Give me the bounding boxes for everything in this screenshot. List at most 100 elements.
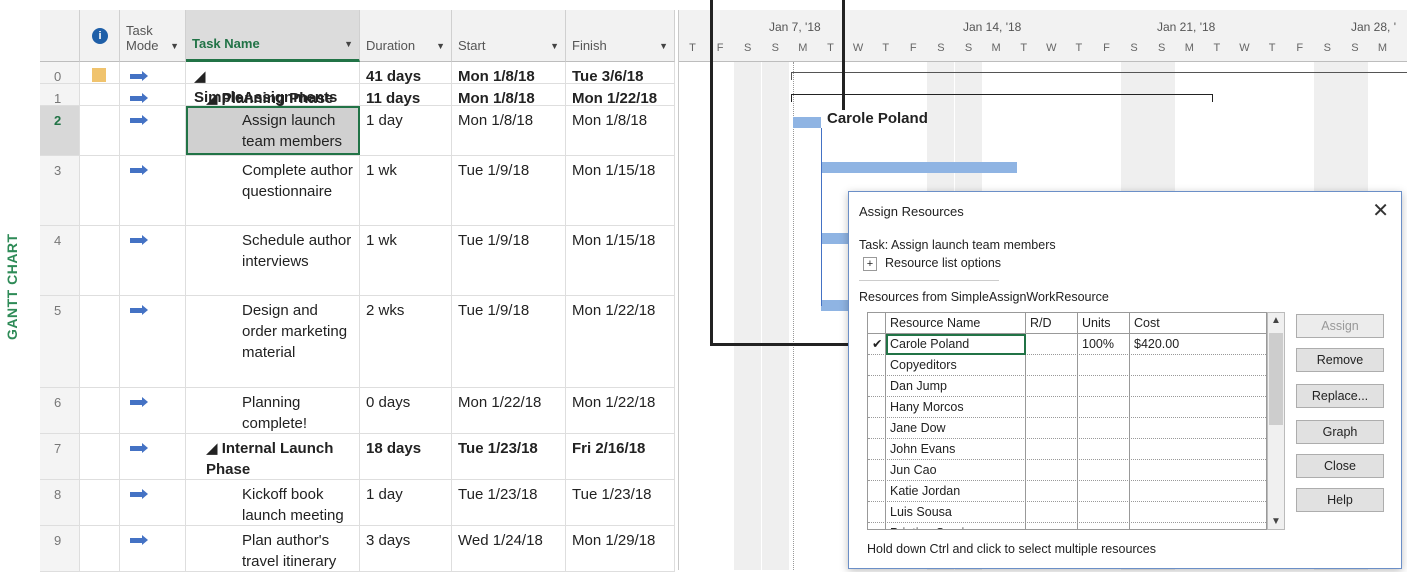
checkmark-icon[interactable] xyxy=(868,418,886,439)
task-mode-header[interactable]: Task Mode ▼ xyxy=(120,10,186,62)
finish-cell[interactable]: Tue 3/6/18 xyxy=(566,62,675,85)
rd-cell[interactable] xyxy=(1026,481,1078,502)
rd-cell[interactable] xyxy=(1026,376,1078,397)
cost-cell[interactable] xyxy=(1130,355,1266,376)
task-row[interactable]: 9 Plan author's travel itinerary 3 days Wed… xyxy=(40,526,675,572)
row-id[interactable]: 5 xyxy=(40,296,80,387)
duration-cell[interactable]: 0 days xyxy=(360,388,452,433)
task-mode-cell[interactable] xyxy=(120,526,186,571)
resource-list-options[interactable]: Resource list options xyxy=(885,256,1001,270)
finish-cell[interactable]: Tue 1/23/18 xyxy=(566,480,675,525)
task-bar-4[interactable] xyxy=(821,233,849,244)
task-mode-cell[interactable] xyxy=(120,296,186,387)
resource-name-cell[interactable]: Jane Dow xyxy=(886,418,1026,439)
task-row[interactable]: 3 Complete author questionnaire 1 wk Tue 1/… xyxy=(40,156,675,226)
cost-cell[interactable]: $420.00 xyxy=(1130,334,1266,355)
start-cell[interactable]: Mon 1/8/18 xyxy=(452,62,566,85)
start-header[interactable]: Start ▼ xyxy=(452,10,566,62)
task-mode-cell[interactable] xyxy=(120,106,186,155)
select-all-header[interactable] xyxy=(40,10,80,62)
start-cell[interactable]: Tue 1/9/18 xyxy=(452,226,566,295)
units-cell[interactable] xyxy=(1078,397,1130,418)
duration-cell[interactable]: 1 wk xyxy=(360,156,452,225)
duration-cell[interactable]: 18 days xyxy=(360,434,452,479)
task-name-cell[interactable]: ◢ Planning Phase xyxy=(186,84,360,107)
checkmark-icon[interactable]: ✔ xyxy=(868,334,886,355)
units-cell[interactable] xyxy=(1078,481,1130,502)
finish-header[interactable]: Finish ▼ xyxy=(566,10,675,62)
units-cell[interactable] xyxy=(1078,439,1130,460)
checkmark-icon[interactable] xyxy=(868,460,886,481)
row-id[interactable]: 2 xyxy=(40,106,80,155)
task-bar-3[interactable] xyxy=(821,162,1017,173)
checkmark-icon[interactable] xyxy=(868,397,886,418)
rd-cell[interactable] xyxy=(1026,355,1078,376)
start-cell[interactable]: Tue 1/23/18 xyxy=(452,480,566,525)
chevron-down-icon[interactable]: ▼ xyxy=(170,41,179,51)
units-cell[interactable] xyxy=(1078,523,1130,529)
duration-cell[interactable]: 1 wk xyxy=(360,226,452,295)
units-cell[interactable] xyxy=(1078,418,1130,439)
task-row[interactable]: 2 Assign launch team members 1 day Mon 1/8/… xyxy=(40,106,675,156)
resource-row[interactable]: Hany Morcos xyxy=(868,397,1266,418)
task-mode-cell[interactable] xyxy=(120,434,186,479)
task-mode-cell[interactable] xyxy=(120,62,186,83)
expand-options-button[interactable]: + xyxy=(863,257,877,271)
row-id[interactable]: 8 xyxy=(40,480,80,525)
resource-name-cell[interactable]: Katie Jordan xyxy=(886,481,1026,502)
units-cell[interactable] xyxy=(1078,460,1130,481)
task-row[interactable]: 0 ◢ SimpleAssignments 41 days Mon 1/8/18 Tue… xyxy=(40,62,675,106)
duration-cell[interactable]: 41 days xyxy=(360,62,452,85)
checkmark-icon[interactable] xyxy=(868,481,886,502)
start-cell[interactable]: Mon 1/22/18 xyxy=(452,388,566,433)
task-name-cell[interactable]: Schedule author interviews xyxy=(186,226,360,295)
chevron-down-icon[interactable]: ▼ xyxy=(1271,516,1281,527)
checkmark-icon[interactable] xyxy=(868,502,886,523)
resource-name-cell[interactable]: John Evans xyxy=(886,439,1026,460)
row-id[interactable]: 7 xyxy=(40,434,80,479)
notes-icon[interactable] xyxy=(92,68,106,82)
resource-row[interactable]: ✔ Carole Poland 100% $420.00 xyxy=(868,334,1266,355)
task-name-header[interactable]: Task Name ▼ xyxy=(186,10,360,62)
task-name-cell[interactable]: ◢ SimpleAssignments xyxy=(186,62,360,106)
resource-name-cell[interactable]: Hany Morcos xyxy=(886,397,1026,418)
close-icon[interactable]: ✕ xyxy=(1372,198,1389,223)
start-cell[interactable]: Tue 1/9/18 xyxy=(452,296,566,387)
remove-button[interactable]: Remove xyxy=(1296,348,1384,372)
units-cell[interactable]: 100% xyxy=(1078,334,1130,355)
duration-header[interactable]: Duration ▼ xyxy=(360,10,452,62)
cost-cell[interactable] xyxy=(1130,418,1266,439)
indicators-header[interactable]: i xyxy=(80,10,120,62)
rd-cell[interactable] xyxy=(1026,460,1078,481)
close-button[interactable]: Close xyxy=(1296,454,1384,478)
resource-name-cell[interactable]: Luis Sousa xyxy=(886,502,1026,523)
task-name-cell[interactable]: Planning complete! xyxy=(186,388,360,433)
units-cell[interactable] xyxy=(1078,355,1130,376)
assign-button[interactable]: Assign xyxy=(1296,314,1384,338)
task-mode-cell[interactable] xyxy=(120,388,186,433)
duration-cell[interactable]: 11 days xyxy=(360,84,452,107)
resource-name-cell[interactable]: Copyeditors xyxy=(886,355,1026,376)
rd-cell[interactable] xyxy=(1026,334,1078,355)
rd-cell[interactable] xyxy=(1026,418,1078,439)
row-id[interactable]: 9 xyxy=(40,526,80,571)
rd-cell[interactable] xyxy=(1026,439,1078,460)
resource-row[interactable]: John Evans xyxy=(868,439,1266,460)
task-name-cell[interactable]: ◢ Internal Launch Phase xyxy=(186,434,360,479)
chevron-down-icon[interactable]: ▼ xyxy=(436,41,445,51)
resource-row[interactable]: Luis Sousa xyxy=(868,502,1266,523)
finish-cell[interactable]: Mon 1/22/18 xyxy=(566,296,675,387)
start-cell[interactable]: Mon 1/8/18 xyxy=(452,84,566,107)
task-name-cell[interactable]: Complete author questionnaire xyxy=(186,156,360,225)
finish-cell[interactable]: Mon 1/22/18 xyxy=(566,84,675,107)
resource-row[interactable]: Jane Dow xyxy=(868,418,1266,439)
resource-table[interactable]: Resource Name R/D Units Cost ✔ Carole Pol… xyxy=(867,312,1267,530)
units-cell[interactable] xyxy=(1078,376,1130,397)
resource-row[interactable]: Copyeditors xyxy=(868,355,1266,376)
planning-summary-bar[interactable] xyxy=(791,94,1213,102)
resource-name-cell[interactable]: Jun Cao xyxy=(886,460,1026,481)
task-row[interactable]: 5 Design and order marketing material 2 wk… xyxy=(40,296,675,388)
finish-cell[interactable]: Mon 1/15/18 xyxy=(566,226,675,295)
cost-cell[interactable] xyxy=(1130,523,1266,529)
view-bar[interactable]: GANTT CHART xyxy=(0,10,40,570)
